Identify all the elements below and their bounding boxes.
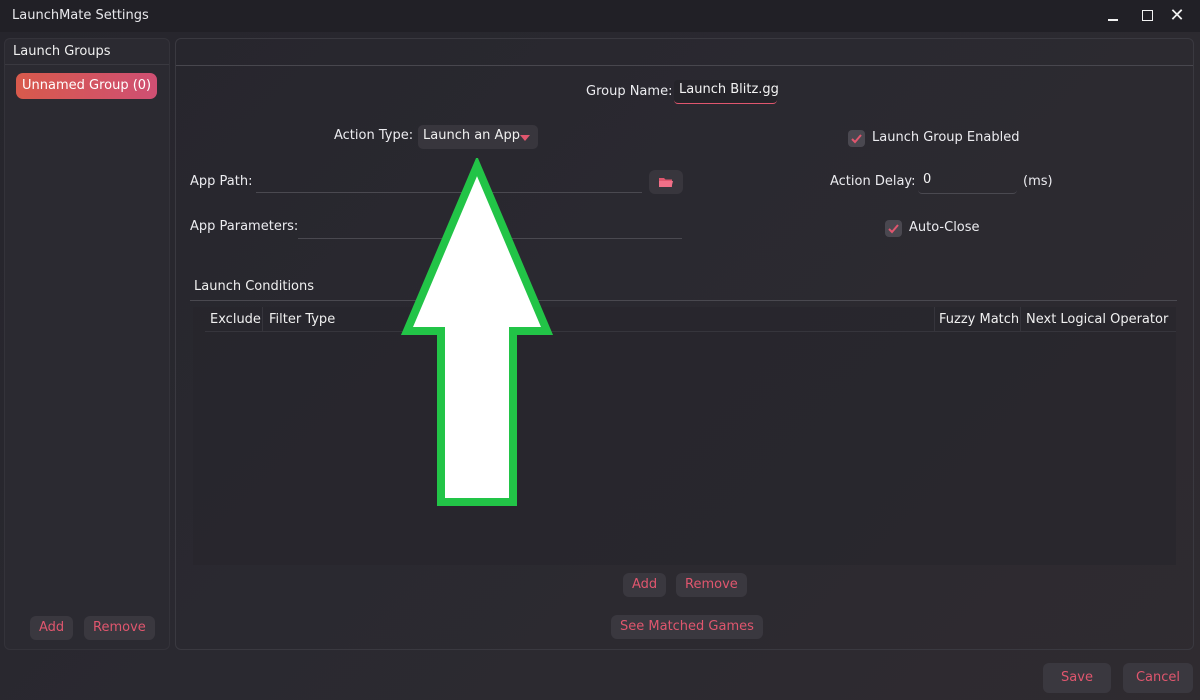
column-divider xyxy=(934,307,935,332)
save-button[interactable]: Save xyxy=(1043,663,1111,693)
title-bar: LaunchMate Settings ✕ xyxy=(0,0,1200,32)
conditions-table: Exclude Filter Type Fuzzy Match Next Log… xyxy=(193,307,1176,565)
minimize-icon xyxy=(1108,19,1118,21)
action-delay-unit: (ms) xyxy=(1023,174,1053,189)
add-group-button[interactable]: Add xyxy=(30,616,74,640)
launch-groups-panel: Launch Groups Unnamed Group (0) Add Remo… xyxy=(4,38,170,650)
close-icon: ✕ xyxy=(1169,5,1185,26)
column-divider xyxy=(262,307,263,332)
action-type-value: Launch an App xyxy=(423,128,520,143)
group-name-label: Group Name: xyxy=(586,84,673,99)
column-header-filter-type[interactable]: Filter Type xyxy=(269,312,335,327)
divider xyxy=(176,65,1193,66)
column-header-fuzzy-match[interactable]: Fuzzy Match xyxy=(939,312,1019,327)
chevron-down-icon xyxy=(520,135,530,141)
checkmark-icon xyxy=(888,224,899,234)
add-condition-button[interactable]: Add xyxy=(623,573,667,597)
action-delay-label: Action Delay: xyxy=(830,174,916,189)
auto-close-label: Auto-Close xyxy=(909,220,980,235)
action-delay-value: 0 xyxy=(923,172,932,187)
close-button[interactable]: ✕ xyxy=(1166,6,1188,26)
folder-icon xyxy=(659,178,673,187)
launch-group-enabled-label: Launch Group Enabled xyxy=(872,130,1020,145)
group-name-input[interactable]: Launch Blitz.gg xyxy=(674,80,779,104)
column-header-next-logical-operator[interactable]: Next Logical Operator xyxy=(1026,312,1168,327)
remove-group-button[interactable]: Remove xyxy=(84,616,155,640)
column-divider xyxy=(1020,307,1021,332)
remove-condition-button[interactable]: Remove xyxy=(676,573,747,597)
table-header: Exclude Filter Type Fuzzy Match Next Log… xyxy=(205,307,1176,332)
minimize-button[interactable] xyxy=(1102,6,1124,26)
app-path-label: App Path: xyxy=(190,174,253,189)
maximize-button[interactable] xyxy=(1136,6,1158,26)
action-type-dropdown[interactable]: Launch an App xyxy=(418,125,538,149)
divider xyxy=(5,64,169,65)
auto-close-checkbox[interactable] xyxy=(885,220,902,237)
launch-conditions-title: Launch Conditions xyxy=(194,279,315,294)
checkmark-icon xyxy=(851,134,862,144)
window-title: LaunchMate Settings xyxy=(12,8,149,23)
up-arrow-icon xyxy=(400,158,554,506)
maximize-icon xyxy=(1141,10,1153,21)
divider xyxy=(190,300,1177,301)
see-matched-games-button[interactable]: See Matched Games xyxy=(611,615,763,639)
cancel-button[interactable]: Cancel xyxy=(1123,663,1193,693)
group-name-value: Launch Blitz.gg xyxy=(679,82,779,97)
action-type-label: Action Type: xyxy=(334,128,414,143)
group-list-item[interactable]: Unnamed Group (0) xyxy=(16,73,158,99)
launch-groups-header: Launch Groups xyxy=(13,44,111,59)
browse-folder-button[interactable] xyxy=(649,170,683,194)
column-header-exclude[interactable]: Exclude xyxy=(210,312,261,327)
launch-group-enabled-checkbox[interactable] xyxy=(848,130,865,147)
app-parameters-label: App Parameters: xyxy=(190,219,299,234)
action-delay-input[interactable]: 0 xyxy=(918,170,1017,194)
